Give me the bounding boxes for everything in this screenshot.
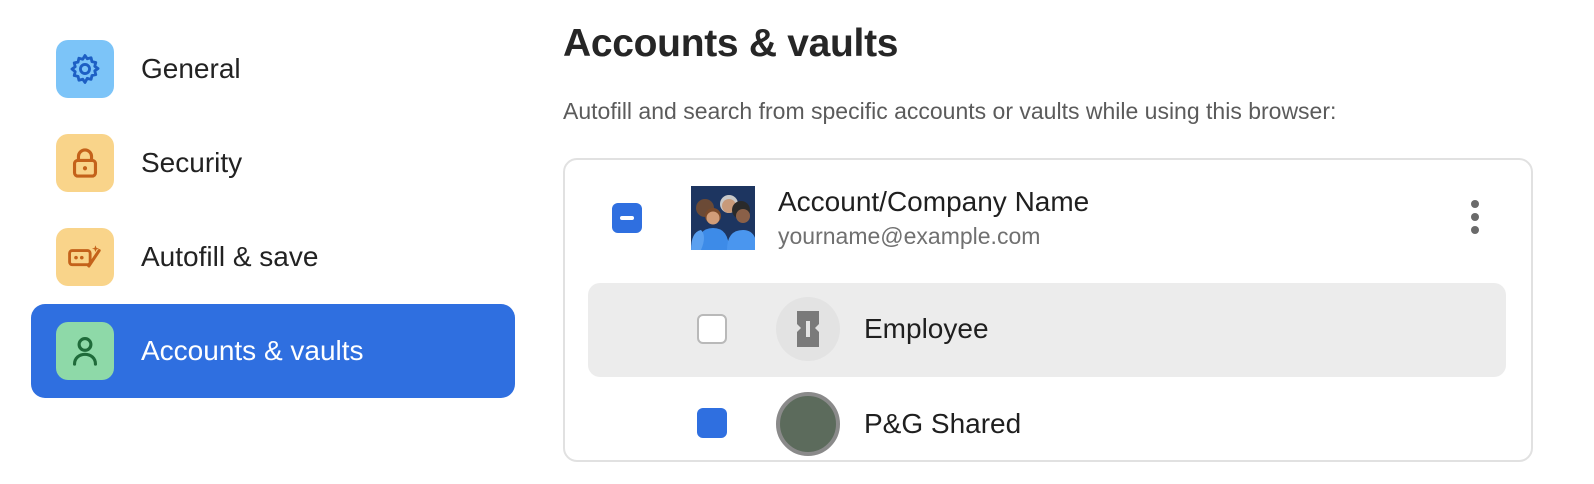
accounts-card: Account/Company Name yourname@example.co…	[563, 158, 1533, 462]
vault-checkbox[interactable]	[697, 408, 727, 438]
more-options-icon[interactable]	[1465, 200, 1485, 238]
vault-label: P&G Shared	[864, 408, 1022, 439]
sidebar-item-accounts-vaults[interactable]: Accounts & vaults	[31, 304, 515, 398]
vault-icon	[776, 392, 840, 456]
page-title: Accounts & vaults	[563, 22, 899, 65]
vault-row[interactable]: Employee	[588, 283, 1506, 377]
vault-checkbox[interactable]	[697, 314, 727, 344]
sidebar-item-label: Autofill & save	[141, 241, 319, 272]
account-email: yourname@example.com	[778, 223, 1041, 249]
vault-icon	[776, 297, 840, 361]
page-subtitle: Autofill and search from specific accoun…	[563, 98, 1337, 124]
sidebar-item-security[interactable]: Security	[31, 116, 515, 210]
autofill-icon	[56, 228, 114, 286]
sidebar-item-general[interactable]: General	[31, 22, 515, 116]
gear-icon	[56, 40, 114, 98]
account-name: Account/Company Name	[778, 186, 1090, 217]
main-content: Accounts & vaults Autofill and search fr…	[563, 0, 1563, 462]
account-avatar	[691, 186, 755, 250]
person-icon	[56, 322, 114, 380]
vault-row[interactable]: P&G Shared	[588, 390, 1506, 484]
sidebar: General Security Autofill & save Account…	[0, 0, 540, 422]
sidebar-item-label: General	[141, 53, 241, 84]
mixed-indicator	[620, 216, 634, 220]
vault-label: Employee	[864, 313, 989, 344]
sidebar-item-autofill[interactable]: Autofill & save	[31, 210, 515, 304]
account-checkbox[interactable]	[612, 203, 642, 233]
sidebar-item-label: Accounts & vaults	[141, 335, 364, 366]
lock-icon	[56, 134, 114, 192]
sidebar-item-label: Security	[141, 147, 243, 178]
